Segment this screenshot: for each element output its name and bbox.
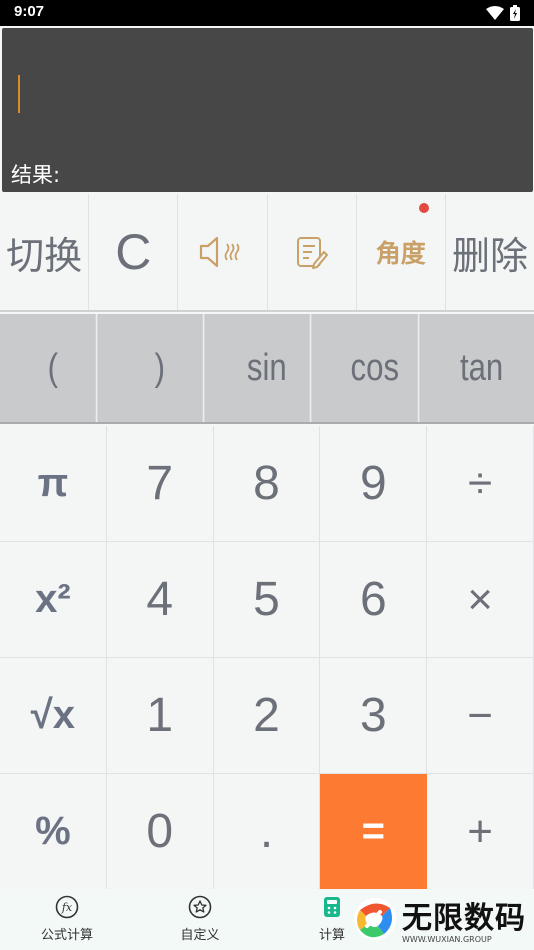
plus-key[interactable]: + — [427, 774, 534, 890]
digit-9-key[interactable]: 9 — [320, 426, 428, 542]
decimal-key[interactable]: . — [213, 774, 321, 890]
sound-button[interactable] — [178, 194, 268, 310]
clear-button[interactable]: C — [89, 194, 179, 310]
angle-label: 角度 — [375, 239, 426, 268]
svg-text:fx: fx — [61, 901, 73, 914]
status-time: 9:07 — [14, 3, 45, 20]
digit-5-key[interactable]: 5 — [213, 542, 321, 658]
digit-2-key[interactable]: 2 — [213, 658, 321, 774]
wifi-icon — [486, 6, 504, 20]
fx-icon: fx — [55, 895, 79, 919]
text-cursor — [18, 75, 20, 113]
digit-1-key[interactable]: 1 — [106, 658, 214, 774]
digit-3-key[interactable]: 3 — [320, 658, 428, 774]
nav-label-custom: 自定义 — [180, 928, 220, 943]
toolbar: 切换 C 角度 删除 — [0, 194, 534, 312]
star-badge-icon — [188, 895, 212, 919]
watermark-subtext: WWW.WUXIAN.GROUP — [402, 935, 492, 944]
delete-label: 删除 — [451, 233, 528, 278]
close-paren-key[interactable]: ) — [117, 314, 205, 422]
notification-dot — [418, 203, 429, 213]
digit-6-key[interactable]: 6 — [320, 542, 428, 658]
percent-key[interactable]: % — [0, 774, 107, 890]
calculator-icon — [324, 897, 340, 917]
history-button[interactable] — [268, 194, 357, 310]
minus-key[interactable]: − — [427, 658, 534, 774]
speaker-icon — [200, 236, 240, 268]
watermark-text: 无限数码 — [402, 901, 526, 936]
function-row: ( ) sin cos tan — [0, 314, 534, 424]
nav-item-custom[interactable]: 自定义 — [160, 895, 240, 943]
watermark: 无限数码 WWW.WUXIAN.GROUP — [352, 893, 526, 944]
nav-label-calc: 计算 — [318, 928, 345, 943]
result-label: 结果: — [11, 163, 61, 187]
delete-button[interactable]: 删除 — [446, 194, 534, 310]
multiply-key[interactable]: × — [427, 542, 534, 658]
nav-label-formula: 公式计算 — [40, 928, 93, 943]
clear-label: C — [115, 224, 152, 280]
bottom-nav: fx 公式计算 自定义 计算 无限数码 WWW.WUXIAN.GROUP — [0, 889, 534, 950]
switch-button[interactable]: 切换 — [0, 194, 90, 310]
calculator-display[interactable]: 结果: — [2, 28, 533, 192]
status-icons — [486, 5, 520, 21]
pi-key[interactable]: π — [0, 426, 107, 542]
watermark-logo-icon — [354, 897, 396, 940]
tan-key[interactable]: tan — [438, 314, 524, 422]
sqrt-key[interactable]: √x — [0, 658, 107, 774]
keypad: π 7 8 9 ÷ x² 4 5 6 × √x 1 2 3 − % 0 . = … — [0, 426, 534, 890]
cos-key[interactable]: cos — [331, 314, 420, 422]
digit-8-key[interactable]: 8 — [213, 426, 321, 542]
divide-key[interactable]: ÷ — [427, 426, 534, 542]
digit-7-key[interactable]: 7 — [106, 426, 214, 542]
equals-key[interactable]: = — [320, 774, 428, 890]
open-paren-key[interactable]: ( — [10, 314, 98, 422]
battery-icon — [510, 5, 520, 21]
switch-label: 切换 — [6, 233, 83, 278]
note-edit-icon — [296, 237, 328, 269]
digit-4-key[interactable]: 4 — [106, 542, 214, 658]
square-key[interactable]: x² — [0, 542, 107, 658]
status-bar: 9:07 — [0, 0, 534, 26]
sin-key[interactable]: sin — [224, 314, 312, 422]
nav-item-formula[interactable]: fx 公式计算 — [27, 895, 107, 943]
digit-0-key[interactable]: 0 — [106, 774, 214, 890]
angle-mode-button[interactable]: 角度 — [357, 194, 446, 310]
